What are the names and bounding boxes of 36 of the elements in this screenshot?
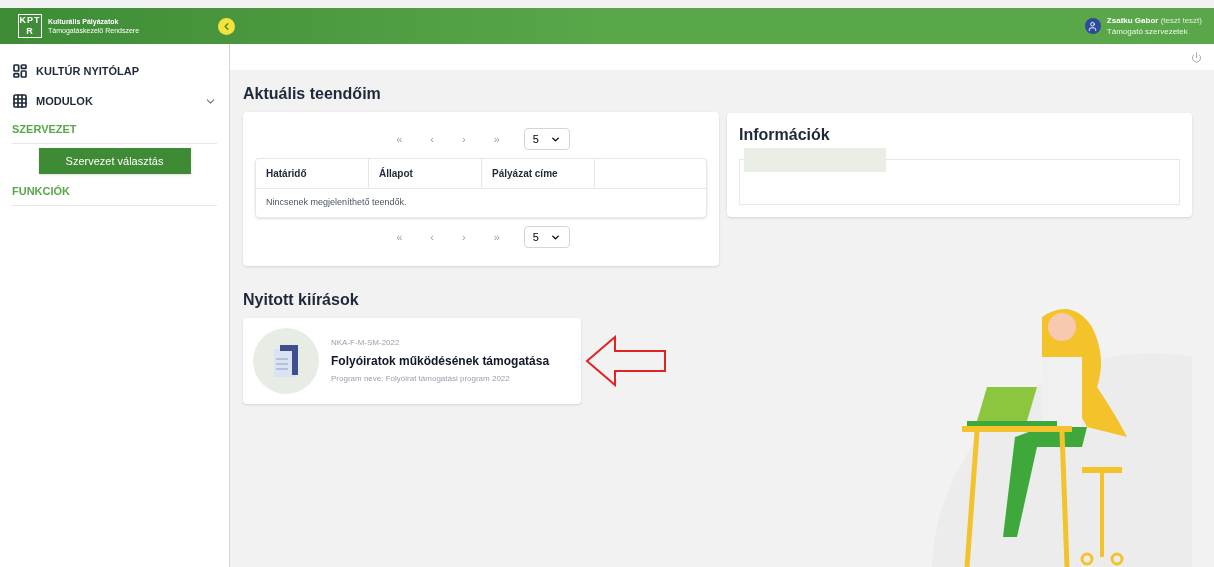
dashboard-icon (12, 63, 28, 79)
user-role: Támogató szervezetek (1106, 26, 1189, 37)
section-heading: FUNKCIÓK (12, 178, 217, 206)
pager-button[interactable]: « (392, 228, 407, 246)
pager-button[interactable]: ‹ (426, 228, 438, 246)
sidebar-item[interactable]: MODULOK (0, 86, 229, 116)
user-name: Zsatku Gabor (1106, 16, 1159, 25)
call-card[interactable]: NKA-F-M-SM-2022 Folyóiratok működésének támogatása Program neve: Folyóirat támogatási program 2022 (243, 318, 581, 404)
pager-button[interactable]: ‹ (426, 130, 438, 148)
avatar-icon (1084, 18, 1101, 34)
call-title: Folyóiratok működésének támogatása (331, 353, 550, 370)
pager-button[interactable]: « (392, 130, 407, 148)
grid-icon (12, 93, 28, 109)
page-size-select[interactable]: 5 (523, 128, 570, 150)
arrow-left-icon (585, 335, 667, 387)
sidebar-item[interactable]: KULTÚR NYITÓLAP (0, 56, 229, 86)
column-header: Pályázat címe (482, 159, 595, 188)
logo: KPTR (18, 14, 42, 38)
page-size-select[interactable]: 5 (523, 226, 570, 248)
user-note: (teszt teszt) (1160, 16, 1202, 25)
column-header: Határidő (256, 159, 369, 188)
pager-button[interactable]: › (458, 228, 470, 246)
card-title: Információk (739, 125, 831, 145)
empty-message: Nincsenek megjeleníthető teendők. (265, 196, 408, 210)
pager-button[interactable]: » (489, 130, 504, 148)
pager-button[interactable]: › (458, 130, 470, 148)
section-title: Aktuális teendőim (243, 84, 382, 104)
column-header: Állapot (369, 159, 482, 188)
power-icon[interactable] (1191, 51, 1202, 63)
collapse-button[interactable] (218, 17, 235, 35)
organization-select-button[interactable]: Szervezet választás (38, 148, 191, 174)
section-heading: SZERVEZET (12, 116, 217, 144)
pager-button[interactable]: » (489, 228, 504, 246)
call-code: NKA-F-M-SM-2022 (331, 337, 401, 349)
call-subtitle: Program neve: Folyóirat támogatási program 2022 (331, 373, 511, 385)
section-title: Nyitott kiírások (243, 290, 360, 310)
